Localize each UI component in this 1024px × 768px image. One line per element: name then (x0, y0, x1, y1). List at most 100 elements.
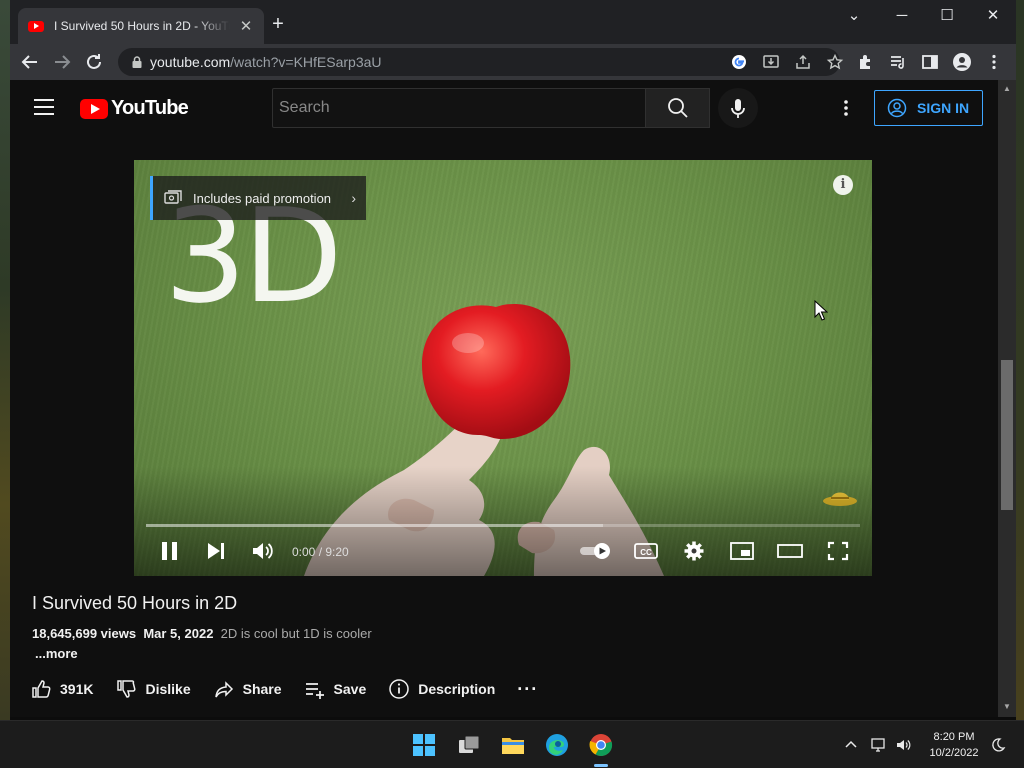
install-app-icon[interactable] (762, 53, 780, 71)
start-button[interactable] (410, 731, 438, 759)
video-meta[interactable]: 18,645,699 views Mar 5, 2022 2D is cool … (32, 626, 372, 641)
desktop: I Survived 50 Hours in 2D - YouTube ✕ + … (0, 0, 1024, 768)
new-tab-button[interactable]: + (268, 14, 288, 34)
address-bar[interactable]: youtube.com/watch?v=KHfESarp3aU (118, 48, 844, 76)
progress-buffer (146, 524, 603, 527)
autoplay-toggle[interactable] (578, 539, 614, 563)
tab-strip: I Survived 50 Hours in 2D - YouTube ✕ + … (10, 0, 1016, 44)
profile-avatar-icon[interactable] (952, 52, 972, 72)
media-queue-icon[interactable] (888, 52, 908, 72)
notification-moon-icon[interactable] (990, 737, 1006, 753)
scrollbar-thumb[interactable] (1001, 360, 1013, 510)
youtube-logo[interactable]: YouTube (80, 97, 189, 120)
scroll-down-arrow-icon[interactable]: ▼ (1001, 702, 1013, 711)
arrow-left-icon (21, 55, 37, 69)
like-button[interactable]: 391K (30, 678, 93, 700)
volume-tray-icon[interactable] (895, 737, 911, 753)
settings-menu-icon[interactable] (836, 96, 856, 120)
sign-in-button[interactable]: SIGN IN (874, 90, 983, 126)
captions-button[interactable]: CC (632, 539, 660, 563)
minimize-button[interactable]: ─ (887, 6, 917, 26)
description-label: Description (418, 681, 496, 697)
desktop-wallpaper-right (1016, 0, 1024, 720)
task-view-button[interactable] (455, 731, 483, 759)
side-panel-icon[interactable] (920, 52, 940, 72)
more-actions-button[interactable]: ··· (517, 679, 538, 700)
thumbs-down-icon (117, 680, 136, 698)
desktop-wallpaper-left (0, 0, 10, 720)
share-arrow-icon (214, 681, 233, 698)
save-button[interactable]: Save (304, 678, 366, 700)
miniplayer-button[interactable] (728, 539, 756, 563)
paid-promotion-icon (164, 190, 182, 204)
maximize-button[interactable]: ☐ (932, 6, 962, 26)
browser-toolbar: youtube.com/watch?v=KHfESarp3aU (10, 44, 1016, 80)
share-page-icon[interactable] (794, 53, 812, 71)
search-button[interactable] (646, 88, 710, 128)
dislike-button[interactable]: Dislike (115, 678, 191, 700)
file-explorer-button[interactable] (499, 731, 527, 759)
scroll-up-arrow-icon[interactable]: ▲ (1001, 84, 1013, 93)
volume-icon (253, 543, 273, 559)
browser-menu-icon[interactable] (984, 52, 1004, 72)
task-view-icon (459, 735, 480, 753)
show-more-link[interactable]: ...more (35, 646, 78, 661)
video-title: I Survived 50 Hours in 2D (32, 593, 238, 613)
tab-youtube[interactable]: I Survived 50 Hours in 2D - YouTube ✕ (18, 8, 264, 44)
like-count: 391K (60, 681, 94, 697)
next-button[interactable] (202, 539, 230, 563)
page-scrollbar[interactable]: ▲ ▼ (998, 80, 1016, 717)
microphone-icon (731, 99, 745, 118)
time-display: 0:00 / 9:20 (292, 545, 349, 559)
youtube-play-icon (80, 98, 108, 119)
reload-button[interactable] (82, 50, 106, 74)
folder-icon (502, 738, 524, 754)
chrome-button[interactable] (587, 731, 615, 759)
windows-taskbar: 8:20 PM 10/2/2022 (0, 720, 1024, 768)
edge-browser-button[interactable] (543, 731, 571, 759)
theater-mode-button[interactable] (776, 539, 804, 563)
upload-date: Mar 5, 2022 (143, 626, 214, 641)
share-label: Share (242, 681, 282, 697)
bookmark-star-icon[interactable] (826, 53, 844, 71)
thumbs-up-icon (32, 680, 51, 698)
pause-button[interactable] (156, 539, 184, 563)
info-card-button[interactable]: i (833, 175, 853, 195)
extensions-puzzle-icon[interactable] (856, 52, 876, 72)
share-button[interactable]: Share (213, 678, 282, 700)
voice-search-button[interactable] (718, 88, 758, 128)
google-icon[interactable] (730, 53, 748, 71)
url-text: youtube.com/watch?v=KHfESarp3aU (150, 54, 382, 70)
tab-search-button[interactable]: ⌄ (839, 6, 869, 26)
chrome-icon (589, 734, 613, 757)
settings-button[interactable] (680, 539, 708, 563)
progress-bar[interactable] (146, 524, 860, 527)
taskbar-clock[interactable]: 8:20 PM 10/2/2022 (916, 729, 992, 761)
back-button[interactable] (18, 50, 42, 74)
description-button[interactable]: Description (388, 678, 495, 700)
lock-icon (132, 56, 142, 68)
forward-button[interactable] (50, 50, 74, 74)
network-icon[interactable] (871, 737, 887, 753)
mouse-cursor-icon (814, 300, 828, 321)
action-bar: 391K Dislike Share Save Description ··· (30, 674, 560, 704)
search-box (272, 88, 646, 128)
theater-mode-icon (777, 544, 803, 558)
chrome-active-indicator (594, 764, 608, 767)
tab-close-button[interactable]: ✕ (238, 17, 254, 35)
video-frame-apple (422, 303, 571, 439)
fullscreen-icon (827, 541, 849, 561)
video-player[interactable]: 3D Includes paid promotion › i 0:00 / 9:… (134, 160, 872, 576)
browser-window: I Survived 50 Hours in 2D - YouTube ✕ + … (10, 0, 1016, 717)
fullscreen-button[interactable] (824, 539, 852, 563)
guide-menu-icon[interactable] (34, 99, 54, 115)
close-window-button[interactable]: ✕ (978, 6, 1008, 26)
description-snippet: 2D is cool but 1D is cooler (220, 626, 372, 641)
sign-in-label: SIGN IN (917, 100, 970, 116)
clock-date: 10/2/2022 (929, 747, 979, 759)
paid-promotion-badge[interactable]: Includes paid promotion › (150, 176, 366, 220)
show-hidden-icons-chevron-icon[interactable] (843, 737, 859, 753)
volume-button[interactable] (248, 539, 276, 563)
paid-promotion-label: Includes paid promotion (193, 190, 332, 206)
search-input[interactable] (273, 89, 645, 127)
